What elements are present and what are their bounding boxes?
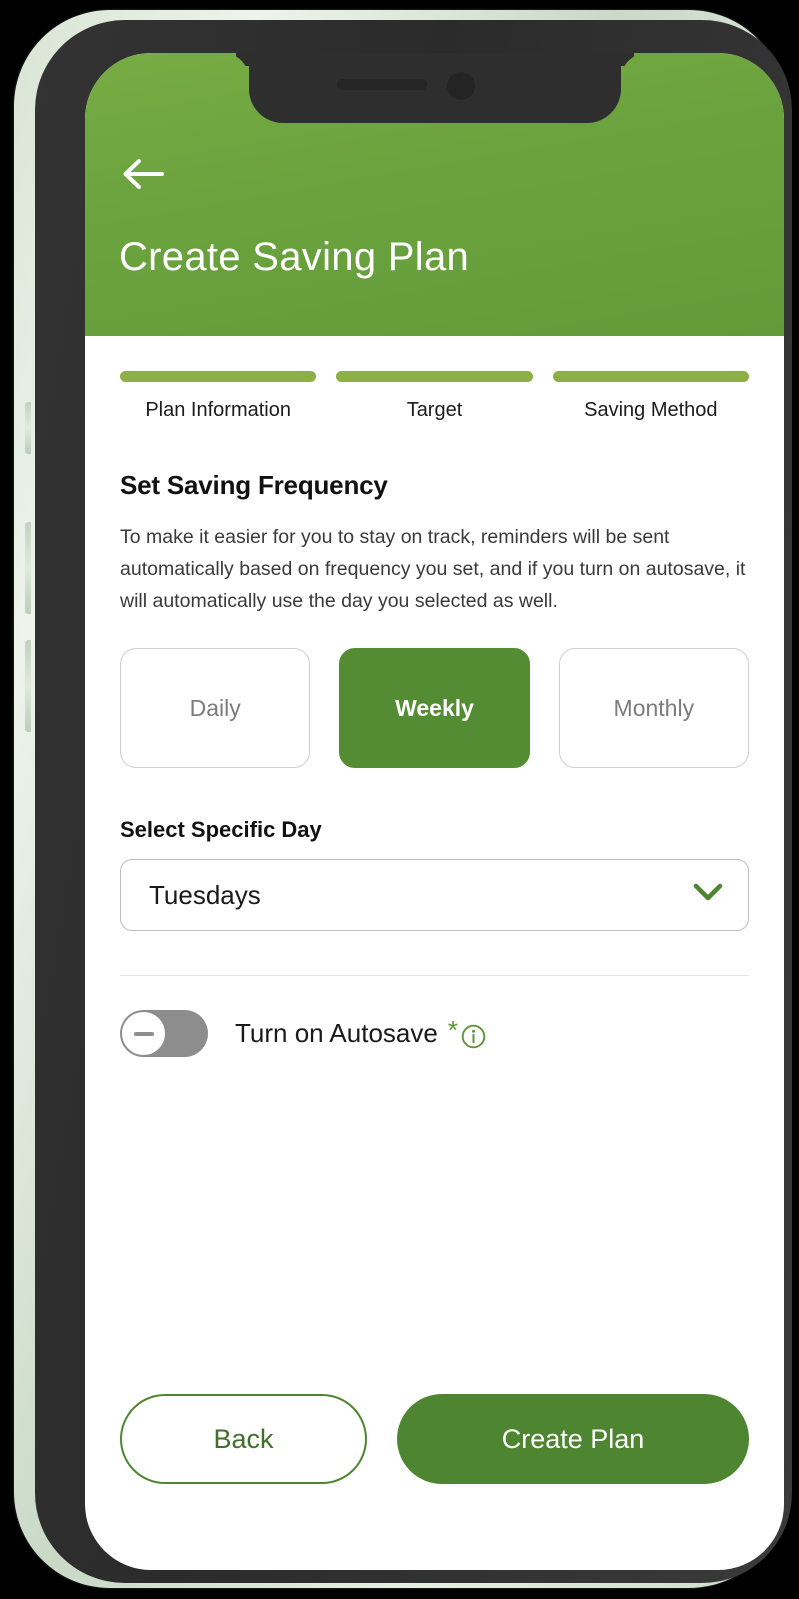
back-arrow-icon[interactable] — [121, 156, 165, 192]
autosave-label: Turn on Autosave — [235, 1018, 438, 1048]
create-plan-button-label: Create Plan — [501, 1423, 645, 1454]
phone-volume-up-button[interactable] — [25, 522, 31, 614]
autosave-toggle-knob — [121, 1011, 166, 1056]
section-title: Set Saving Frequency — [120, 470, 388, 500]
required-asterisk: * — [447, 1014, 458, 1045]
progress-steps: Plan Information Target Saving Method — [120, 336, 749, 422]
earpiece-speaker-icon — [336, 79, 427, 90]
frequency-option-weekly[interactable]: Weekly — [339, 648, 530, 768]
app-body: Plan Information Target Saving Method Se… — [85, 336, 784, 1057]
section-divider — [120, 975, 749, 976]
phone-frame-outer: Create Saving Plan Plan Information Targ… — [14, 10, 792, 1588]
frequency-option-monthly[interactable]: Monthly — [558, 648, 749, 768]
progress-bar-segment — [336, 371, 533, 382]
phone-mute-switch[interactable] — [25, 402, 31, 454]
select-specific-day-label: Select Specific Day — [120, 817, 322, 842]
autosave-row: Turn on Autosave * — [120, 1010, 749, 1057]
phone-volume-down-button[interactable] — [25, 640, 31, 732]
frequency-option-label: Daily — [189, 694, 241, 721]
progress-step-plan-information[interactable]: Plan Information — [120, 371, 317, 422]
section-description: To make it easier for you to stay on tra… — [120, 526, 746, 612]
info-circle-icon[interactable] — [461, 1024, 486, 1049]
phone-notch — [248, 53, 621, 123]
select-specific-day-dropdown[interactable]: Tuesdays — [120, 859, 749, 931]
front-camera-icon — [446, 72, 475, 100]
page-title: Create Saving Plan — [119, 235, 470, 279]
progress-bar-segment — [552, 371, 749, 382]
frequency-option-label: Weekly — [395, 694, 474, 721]
footer-actions: Back Create Plan — [120, 1394, 749, 1484]
chevron-down-icon — [693, 883, 723, 907]
phone-bezel: Create Saving Plan Plan Information Targ… — [35, 20, 792, 1583]
progress-step-target[interactable]: Target — [336, 371, 533, 422]
select-specific-day-value: Tuesdays — [149, 879, 261, 910]
phone-screen: Create Saving Plan Plan Information Targ… — [85, 53, 784, 1570]
back-button-label: Back — [213, 1423, 274, 1454]
frequency-options: Daily Weekly Monthly — [120, 648, 749, 768]
frequency-option-daily[interactable]: Daily — [120, 648, 311, 768]
progress-step-label: Plan Information — [145, 399, 291, 421]
back-button[interactable]: Back — [120, 1394, 367, 1484]
progress-step-saving-method[interactable]: Saving Method — [552, 371, 749, 422]
minus-icon — [133, 1031, 154, 1036]
autosave-toggle[interactable] — [120, 1010, 208, 1057]
progress-step-label: Target — [406, 399, 463, 421]
progress-step-label: Saving Method — [584, 399, 718, 421]
progress-bar-segment — [120, 371, 317, 382]
create-plan-button[interactable]: Create Plan — [397, 1394, 749, 1484]
frequency-option-label: Monthly — [613, 694, 695, 721]
